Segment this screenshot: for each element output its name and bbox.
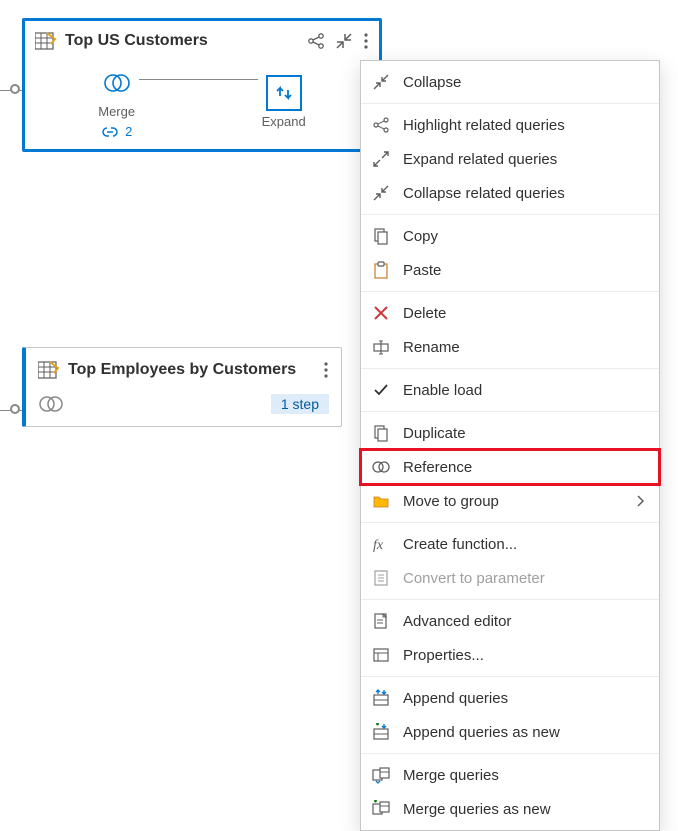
collapse-icon — [371, 72, 391, 92]
expand-icon — [266, 75, 302, 111]
svg-text:fx: fx — [373, 538, 384, 553]
menu-delete[interactable]: Delete — [361, 296, 659, 330]
properties-icon — [371, 645, 391, 665]
menu-paste[interactable]: Paste — [361, 253, 659, 287]
step-expand[interactable]: Expand — [258, 75, 310, 129]
table-icon — [35, 31, 57, 51]
menu-expand-related[interactable]: Expand related queries — [361, 142, 659, 176]
chevron-right-icon — [635, 494, 645, 508]
collapse-icon[interactable] — [335, 32, 353, 50]
append-new-icon — [371, 722, 391, 742]
menu-convert-parameter: Convert to parameter — [361, 561, 659, 595]
folder-icon — [371, 491, 391, 511]
menu-move-to-group[interactable]: Move to group — [361, 484, 659, 518]
function-icon: fx — [371, 534, 391, 554]
share-icon — [371, 115, 391, 135]
share-icon[interactable] — [307, 32, 325, 50]
table-icon — [38, 360, 60, 380]
duplicate-icon — [371, 423, 391, 443]
card-title: Top Employees by Customers — [68, 361, 315, 379]
menu-create-function[interactable]: fx Create function... — [361, 527, 659, 561]
menu-copy[interactable]: Copy — [361, 219, 659, 253]
rename-icon — [371, 337, 391, 357]
menu-highlight-related[interactable]: Highlight related queries — [361, 108, 659, 142]
menu-enable-load[interactable]: Enable load — [361, 373, 659, 407]
node-dot-1 — [10, 84, 20, 94]
menu-collapse[interactable]: Collapse — [361, 65, 659, 99]
menu-rename[interactable]: Rename — [361, 330, 659, 364]
more-icon[interactable] — [363, 32, 369, 50]
editor-icon — [371, 611, 391, 631]
merge-icon — [38, 394, 64, 414]
card-title: Top US Customers — [65, 32, 299, 50]
copy-icon — [371, 226, 391, 246]
query-card-top-employees[interactable]: Top Employees by Customers 1 step — [22, 347, 342, 427]
merge-icon — [99, 65, 135, 101]
step-count-badge[interactable]: 1 step — [271, 394, 329, 414]
more-icon[interactable] — [323, 361, 329, 379]
checkmark-icon — [371, 380, 391, 400]
menu-append-new[interactable]: Append queries as new — [361, 715, 659, 749]
node-dot-2 — [10, 404, 20, 414]
menu-properties[interactable]: Properties... — [361, 638, 659, 672]
menu-merge-new[interactable]: Merge queries as new — [361, 792, 659, 826]
merge-queries-icon — [371, 765, 391, 785]
menu-duplicate[interactable]: Duplicate — [361, 416, 659, 450]
parameter-icon — [371, 568, 391, 588]
paste-icon — [371, 260, 391, 280]
menu-merge-queries[interactable]: Merge queries — [361, 758, 659, 792]
menu-reference[interactable]: Reference — [361, 450, 659, 484]
append-icon — [371, 688, 391, 708]
expand-arrows-icon — [371, 149, 391, 169]
step-label: Expand — [262, 114, 306, 129]
step-link-count[interactable]: 2 — [101, 124, 132, 139]
reference-icon — [371, 457, 391, 477]
step-merge[interactable]: Merge 2 — [94, 65, 139, 139]
context-menu: Collapse Highlight related queries Expan… — [360, 60, 660, 831]
menu-collapse-related[interactable]: Collapse related queries — [361, 176, 659, 210]
collapse-arrows-icon — [371, 183, 391, 203]
delete-icon — [371, 303, 391, 323]
menu-append-queries[interactable]: Append queries — [361, 681, 659, 715]
menu-advanced-editor[interactable]: Advanced editor — [361, 604, 659, 638]
query-card-top-us-customers[interactable]: Top US Customers Merge 2 Expand + — [22, 18, 382, 152]
merge-new-icon — [371, 799, 391, 819]
step-label: Merge — [98, 104, 135, 119]
